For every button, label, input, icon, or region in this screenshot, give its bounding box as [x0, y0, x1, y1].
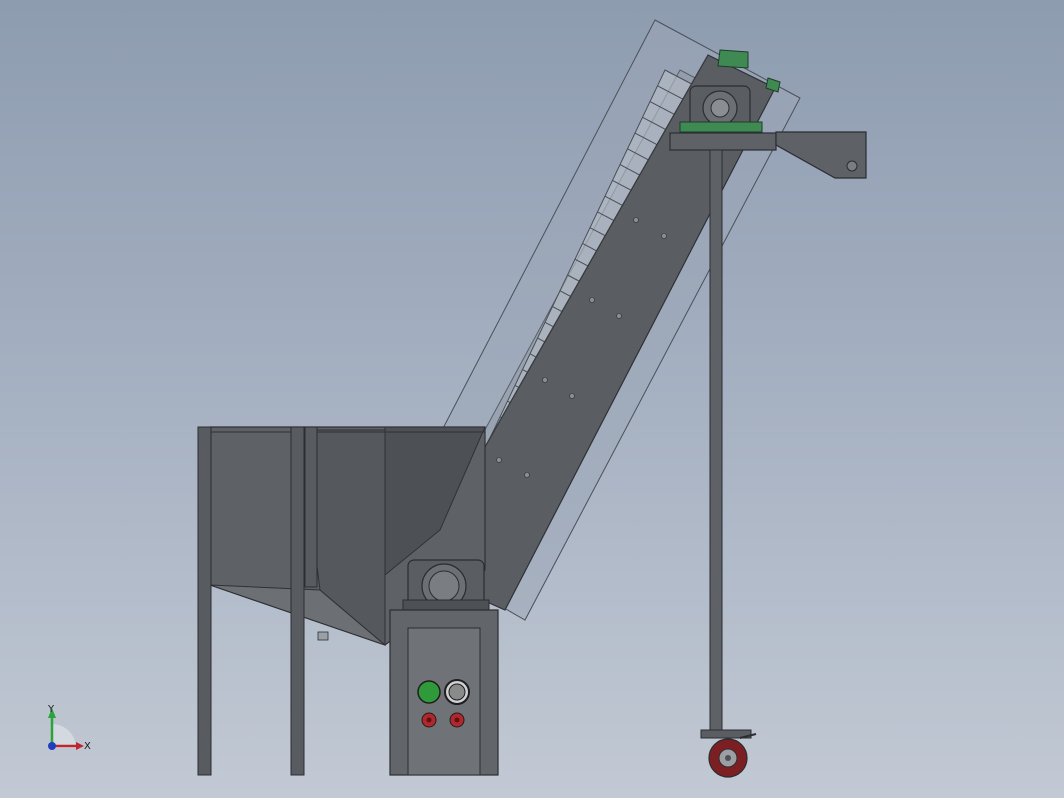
y-axis-label: Y	[47, 704, 55, 715]
lower-bearing	[402, 559, 490, 611]
drain-fitting	[317, 631, 329, 641]
indicator-light-right	[449, 712, 465, 728]
support-column	[709, 149, 723, 733]
x-axis-label: X	[84, 741, 91, 752]
support-crossbar	[669, 132, 777, 151]
control-box	[389, 609, 499, 776]
caster-wheel[interactable]	[700, 729, 757, 778]
cad-model-drawing: Y X	[47, 19, 867, 778]
coordinate-triad: Y X	[47, 704, 91, 752]
start-button[interactable]	[417, 680, 441, 704]
stop-button[interactable]	[444, 679, 470, 705]
cad-viewport[interactable]: Y X	[0, 0, 1064, 798]
top-pillow-block	[679, 85, 763, 133]
side-bracket	[775, 131, 867, 179]
indicator-light-left	[421, 712, 437, 728]
